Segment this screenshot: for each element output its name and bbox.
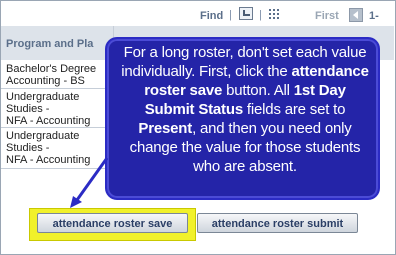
instruction-callout-text: For a long roster, don't set each value … [121, 44, 369, 175]
attendance-roster-save-button[interactable]: attendance roster save [37, 213, 188, 233]
column-header-program-and-plan[interactable]: Program and Pla [1, 26, 114, 60]
row-text: NFA - Accounting [6, 154, 91, 166]
row-text: Accounting - BS [6, 75, 85, 87]
row-text: Undergraduate [6, 91, 80, 103]
attendance-roster-submit-button[interactable]: attendance roster submit [197, 213, 358, 233]
download-grid-icon[interactable] [269, 7, 281, 19]
row-text: Studies - [6, 103, 50, 115]
row-range-text: 1- [369, 10, 379, 22]
table-row: Undergraduate Studies - NFA - Accounting [1, 128, 114, 169]
row-text: Undergraduate [6, 130, 80, 142]
find-link[interactable]: Find [200, 10, 223, 22]
grid-navigation-toolbar: Find | | First 1- [1, 1, 395, 25]
previous-arrow-icon[interactable] [349, 8, 363, 22]
toolbar-separator: | [259, 9, 262, 21]
toolbar-separator: | [229, 9, 232, 21]
table-row: Bachelor's Degree Accounting - BS [1, 61, 114, 89]
first-link[interactable]: First [315, 10, 339, 22]
table-row: Undergraduate Studies - NFA - Accounting [1, 89, 114, 128]
row-text: NFA - Accounting [6, 115, 91, 127]
row-text: Studies - [6, 142, 50, 154]
row-text: Bachelor's Degree [6, 63, 97, 75]
view-all-icon[interactable] [239, 7, 253, 20]
